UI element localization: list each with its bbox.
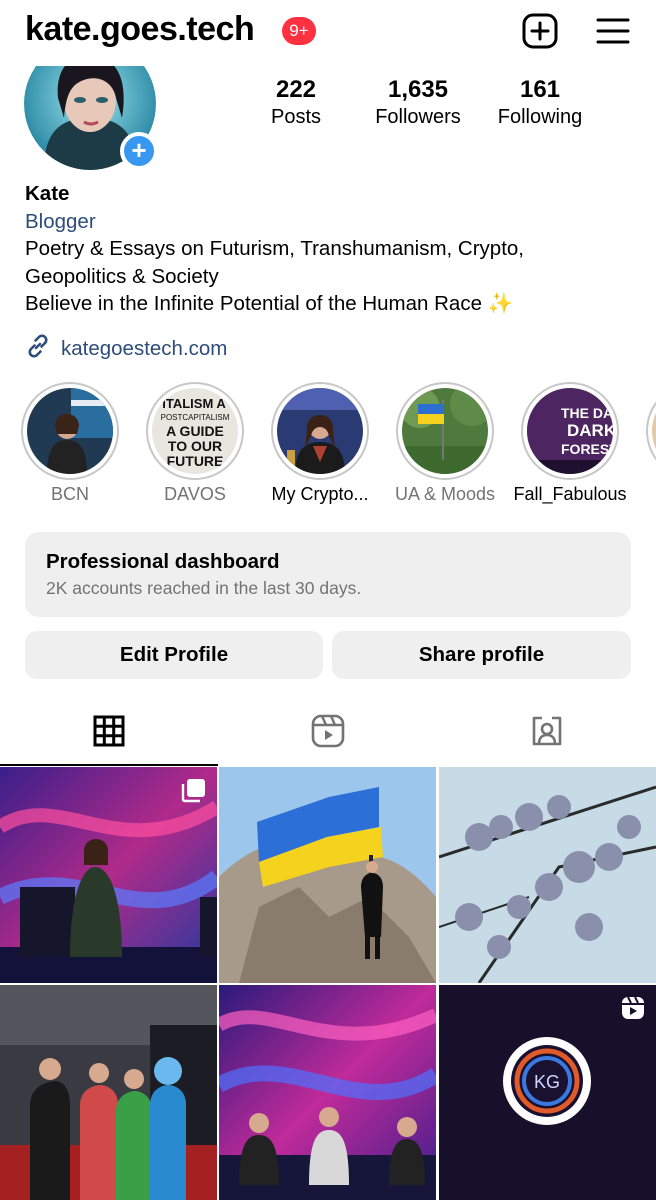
highlight-item[interactable]: PAUL MASON POSTCAPITALISM A GUIDE TO OUR… bbox=[132, 382, 258, 505]
stat-followers-value: 1,635 bbox=[387, 76, 449, 103]
svg-text:POSTCAPITALISM: POSTCAPITALISM bbox=[161, 413, 230, 422]
carousel-icon bbox=[181, 777, 207, 808]
active-tab-indicator bbox=[0, 764, 218, 766]
highlight-item[interactable]: THE DARK FORESTDARKFOREST Fall_Fabulous bbox=[507, 382, 633, 505]
highlight-item[interactable]: My Crypto... bbox=[257, 382, 383, 505]
bio-line: Geopolitics & Society bbox=[25, 264, 219, 288]
add-post-icon[interactable] bbox=[521, 12, 559, 50]
tab-tagged[interactable] bbox=[438, 700, 656, 766]
fall-cover-text: THE DARK FOREST bbox=[561, 405, 613, 421]
tab-posts-grid[interactable] bbox=[0, 700, 218, 766]
share-profile-button[interactable]: Share profile bbox=[332, 631, 631, 679]
profile-link[interactable]: kategoestech.com bbox=[25, 333, 227, 365]
highlight-item[interactable]: Sp bbox=[632, 382, 656, 505]
post-thumbnail[interactable] bbox=[439, 767, 656, 983]
svg-text:FUTURE: FUTURE bbox=[167, 453, 224, 469]
edit-profile-button[interactable]: Edit Profile bbox=[25, 631, 323, 679]
link-icon bbox=[25, 333, 51, 365]
profile-category[interactable]: Blogger bbox=[25, 208, 645, 236]
posts-grid: KG bbox=[0, 767, 656, 1200]
stat-followers[interactable]: 1,635 Followers bbox=[366, 76, 470, 129]
notification-badge[interactable]: 9+ bbox=[282, 17, 316, 45]
profile-bio: Kate Blogger Poetry & Essays on Futurism… bbox=[25, 180, 645, 318]
stat-posts-value: 222 bbox=[275, 76, 317, 103]
post-thumbnail[interactable]: KG bbox=[439, 985, 656, 1200]
reel-icon bbox=[620, 995, 646, 1026]
highlight-item[interactable]: UA & Moods bbox=[382, 382, 508, 505]
reels-icon bbox=[311, 714, 345, 753]
top-bar: kate.goes.tech 9+ bbox=[0, 0, 656, 64]
svg-text:FOREST: FOREST bbox=[561, 441, 613, 457]
bio-line: Believe in the Infinite Potential of the… bbox=[25, 292, 514, 315]
menu-icon[interactable] bbox=[594, 12, 632, 50]
svg-text:KG: KG bbox=[534, 1072, 560, 1092]
profile-username[interactable]: kate.goes.tech bbox=[25, 10, 255, 49]
dashboard-subtitle: 2K accounts reached in the last 30 days. bbox=[46, 578, 362, 598]
story-highlights: BCN PAUL MASON POSTCAPITALISM A GUIDE TO… bbox=[0, 382, 656, 512]
professional-dashboard[interactable]: Professional dashboard 2K accounts reach… bbox=[25, 532, 631, 617]
highlight-label: DAVOS bbox=[164, 484, 226, 504]
post-thumbnail[interactable] bbox=[0, 985, 217, 1200]
stat-following[interactable]: 161 Following bbox=[490, 76, 590, 129]
dashboard-title: Professional dashboard bbox=[46, 550, 280, 573]
stat-following-label: Following bbox=[497, 106, 583, 128]
stat-followers-label: Followers bbox=[375, 106, 461, 128]
svg-text:A GUIDE: A GUIDE bbox=[166, 423, 224, 439]
post-thumbnail[interactable] bbox=[0, 767, 217, 983]
stat-posts[interactable]: 222 Posts bbox=[262, 76, 330, 129]
svg-text:DARK: DARK bbox=[567, 421, 613, 440]
highlight-label: My Crypto... bbox=[271, 484, 369, 504]
grid-icon bbox=[93, 715, 125, 752]
post-thumbnail[interactable] bbox=[219, 767, 436, 983]
profile-avatar-container[interactable]: + bbox=[24, 66, 158, 170]
profile-tabs bbox=[0, 700, 656, 766]
profile-name: Kate bbox=[25, 182, 70, 205]
add-story-icon[interactable]: + bbox=[120, 132, 158, 170]
davos-cover-text: PAUL MASON POSTCAPITALISM A GUIDE TO OUR… bbox=[152, 396, 238, 411]
highlight-item[interactable]: BCN bbox=[7, 382, 133, 505]
stat-posts-label: Posts bbox=[270, 106, 322, 128]
highlight-label: Fall_Fabulous bbox=[513, 484, 627, 504]
highlight-label: UA & Moods bbox=[394, 484, 496, 504]
tagged-icon bbox=[530, 714, 564, 753]
post-thumbnail[interactable] bbox=[219, 985, 436, 1200]
highlight-label: Sp bbox=[632, 484, 656, 505]
stat-following-value: 161 bbox=[519, 76, 561, 103]
svg-text:TO OUR: TO OUR bbox=[168, 438, 222, 454]
bio-line: Poetry & Essays on Futurism, Transhumani… bbox=[25, 237, 524, 260]
highlight-label: BCN bbox=[50, 484, 89, 504]
tab-reels[interactable] bbox=[219, 700, 437, 766]
profile-link-text[interactable]: kategoestech.com bbox=[61, 337, 227, 361]
